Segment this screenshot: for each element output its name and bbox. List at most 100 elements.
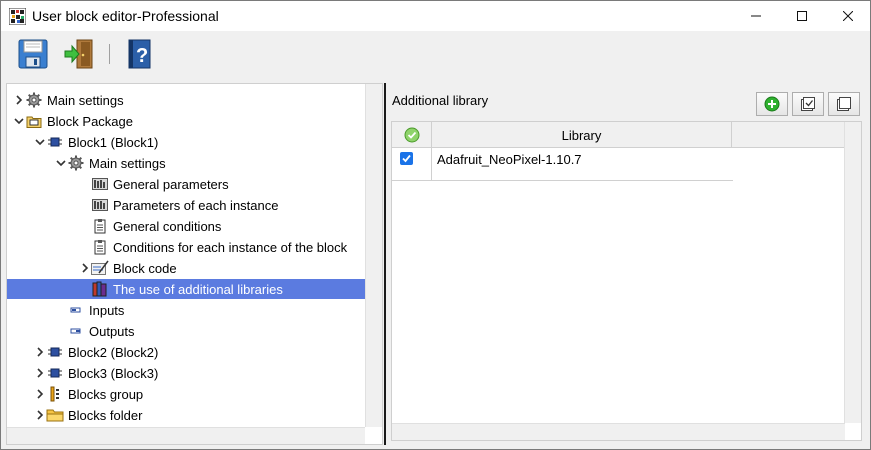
tree-item[interactable]: Main settings <box>13 90 124 110</box>
grid-header: Library <box>392 122 845 148</box>
minimize-button[interactable] <box>733 1 779 31</box>
library-column-header[interactable]: Library <box>432 122 732 148</box>
tree-item-label: Main settings <box>89 155 166 171</box>
tree-item[interactable]: Block1 (Block1) <box>34 132 158 152</box>
panel-title: Additional library <box>392 93 489 108</box>
check-circle-icon <box>404 127 419 143</box>
tree-item-label: Parameters of each instance <box>113 197 279 213</box>
library-books-icon <box>91 281 109 297</box>
block-chip-icon <box>46 365 64 381</box>
clipboard-icon <box>91 218 109 234</box>
vertical-scrollbar[interactable] <box>365 84 382 427</box>
blocks-group-icon <box>46 386 64 402</box>
tree-item-label: General parameters <box>113 176 229 192</box>
tree-item-label: Block Package <box>47 113 133 129</box>
code-edit-icon <box>91 260 109 276</box>
tree-item[interactable]: General parameters <box>79 174 229 194</box>
output-port-icon <box>67 323 85 339</box>
clipboard-icon <box>91 239 109 255</box>
library-name-cell: Adafruit_NeoPixel-1.10.7 <box>437 152 582 167</box>
chevron-down-icon[interactable] <box>55 153 67 173</box>
maximize-button[interactable] <box>779 1 825 31</box>
additional-library-panel: Additional library Library Adafruit_NeoP… <box>387 83 866 445</box>
tree-item[interactable]: Block code <box>79 258 177 278</box>
block-chip-icon <box>46 134 64 150</box>
library-grid: Library Adafruit_NeoPixel-1.10.7 <box>391 121 862 441</box>
close-button[interactable] <box>825 1 871 31</box>
tree-item[interactable]: General conditions <box>79 216 221 236</box>
chevron-down-icon[interactable] <box>34 132 46 152</box>
exit-button[interactable] <box>61 36 97 72</box>
horizontal-scrollbar[interactable] <box>392 423 845 440</box>
tree-item[interactable]: Outputs <box>55 321 135 341</box>
checked-column-header[interactable] <box>392 122 432 148</box>
help-button[interactable]: ? <box>121 36 157 72</box>
tree-item-label: Block1 (Block1) <box>68 134 159 150</box>
check-all-button[interactable] <box>792 92 824 116</box>
tree-item[interactable]: Block2 (Block2) <box>34 342 158 362</box>
chevron-right-icon[interactable] <box>34 384 46 404</box>
tree-item-label: The use of additional libraries <box>113 281 283 297</box>
copy-button[interactable] <box>828 92 860 116</box>
folder-icon <box>46 407 64 423</box>
package-folder-icon <box>25 113 43 129</box>
row-checkbox-cell <box>392 148 432 180</box>
vertical-scrollbar[interactable] <box>844 122 861 423</box>
chevron-right-icon[interactable] <box>79 258 91 278</box>
row-checkbox[interactable] <box>400 152 413 165</box>
svg-text:?: ? <box>136 45 148 67</box>
tree-item[interactable]: Blocks group <box>34 384 143 404</box>
tree-item[interactable]: Conditions for each instance of the bloc… <box>79 237 347 257</box>
tree-view[interactable]: Main settings Block Package Block1 (Block1… <box>6 83 383 445</box>
chevron-right-icon[interactable] <box>34 342 46 362</box>
tree-item[interactable]: The use of additional libraries <box>7 279 365 299</box>
toolbar: ? <box>0 31 871 78</box>
tree-item-label: General conditions <box>113 218 222 234</box>
title-bar: User block editor-Professional <box>0 0 871 31</box>
add-library-button[interactable] <box>756 92 788 116</box>
tree-item-label: Main settings <box>47 92 124 108</box>
tree-item-label: Outputs <box>89 323 135 339</box>
save-button[interactable] <box>15 36 51 72</box>
block-chip-icon <box>46 344 64 360</box>
chevron-right-icon[interactable] <box>34 363 46 383</box>
parameters-icon <box>91 176 109 192</box>
panel-splitter[interactable] <box>384 83 386 445</box>
parameters-icon <box>91 197 109 213</box>
plus-circle-icon <box>764 96 780 112</box>
gear-icon <box>67 155 85 171</box>
input-port-icon <box>67 302 85 318</box>
window-title: User block editor-Professional <box>32 8 219 24</box>
tree-item[interactable]: Block Package <box>13 111 133 131</box>
tree-item-label: Conditions for each instance of the bloc… <box>113 239 348 255</box>
tree-item-label: Block2 (Block2) <box>68 344 159 360</box>
tree-item[interactable]: Block3 (Block3) <box>34 363 158 383</box>
app-logo-icon <box>9 8 26 25</box>
maximize-icon <box>797 11 807 21</box>
chevron-right-icon[interactable] <box>13 90 25 110</box>
gear-icon <box>25 92 43 108</box>
tree-item-label: Block code <box>113 260 177 276</box>
tree-item-label: Blocks folder <box>68 407 143 423</box>
tree-item[interactable]: Inputs <box>55 300 124 320</box>
toolbar-separator <box>109 44 110 64</box>
checkmark-icon <box>402 154 411 163</box>
horizontal-scrollbar[interactable] <box>7 427 365 444</box>
main-frame: Main settings Block Package Block1 (Block1… <box>0 78 871 450</box>
table-row[interactable]: Adafruit_NeoPixel-1.10.7 <box>392 148 733 181</box>
copy-icon <box>837 97 851 111</box>
close-icon <box>843 11 853 21</box>
help-book-icon: ? <box>128 39 151 69</box>
chevron-right-icon[interactable] <box>34 405 46 425</box>
tree-item[interactable]: Blocks folder <box>34 405 142 425</box>
tree-item[interactable]: Main settings <box>55 153 166 173</box>
chevron-down-icon[interactable] <box>13 111 25 131</box>
tree-item[interactable]: Parameters of each instance <box>79 195 278 215</box>
